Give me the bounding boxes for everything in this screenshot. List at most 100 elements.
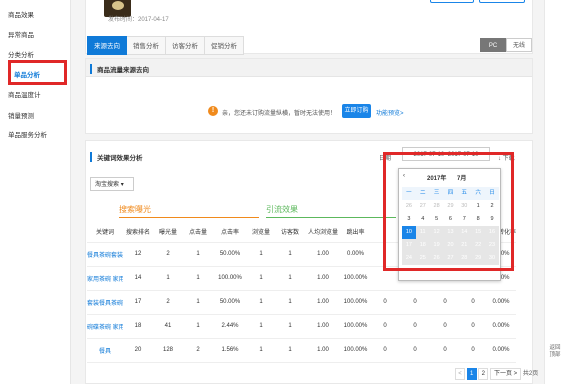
table-cell: 1.56% [213,338,247,363]
flow-section-title: 商品流量来源去向 [90,64,149,74]
table-header-cell[interactable]: 搜索排名 [123,222,153,243]
table-cell: 0.00% [486,290,516,315]
table-header-cell[interactable]: 关键词 [87,222,123,243]
top-action-button-2[interactable] [479,0,525,3]
device-pc-button[interactable]: PC [480,38,506,52]
pagination: < 1 2 下一页 > 共2页 [455,368,538,381]
table-cell: 0 [460,338,486,363]
tab-sales-analysis[interactable]: 销售分析 [127,36,166,55]
sidebar: 商品效果 异常商品 分类分析 单品分析 商品温度计 销量预测 单品服务分析 [0,0,71,384]
analysis-tabs: 来源去向 销售分析 访客分析 促销分析 [87,36,244,55]
table-cell: 1 [275,266,305,291]
sidebar-item-product-effect[interactable]: 商品效果 [8,9,34,19]
table-header-cell[interactable]: 访客数 [275,222,305,243]
table-header-cell[interactable]: 跳出率 [341,222,370,243]
page-2-button[interactable]: 2 [478,368,489,380]
table-header-cell[interactable]: 浏览量 [247,222,275,243]
table-row: 套装餐具茶碗 17 2 1 50.00% 1 1 1.00 100.00% 0 0 0 0 0.00% [87,290,516,315]
table-cell: 1 [275,338,305,363]
table-cell: 2 [183,338,213,363]
table-cell: 1.00 [305,314,341,339]
table-header-cell[interactable]: 点击量 [183,222,213,243]
table-cell: 1 [247,290,275,315]
table-cell: 0 [430,314,460,339]
right-toolbar: 返回 顶部 [544,0,565,384]
table-header-cell[interactable]: 人均浏览量 [305,222,341,243]
table-cell: 2 [153,242,183,267]
tab-promotion-analysis[interactable]: 促销分析 [205,36,244,55]
sidebar-item-abnormal-product[interactable]: 异常商品 [8,29,34,39]
table-cell: 0 [370,290,400,315]
feature-preview-link[interactable]: 功能预览> [376,108,404,117]
table-cell: 0 [430,290,460,315]
source-select-value: 淘宝搜索 [95,182,120,188]
table-cell: 1 [247,314,275,339]
table-cell: 1 [183,266,213,291]
publish-time: 发布时间：2017-04-17 [108,17,169,23]
keyword-link[interactable]: 碗碟茶碗 家用 [87,314,123,339]
keyword-link[interactable]: 套装餐具茶碗 [87,290,123,315]
sidebar-item-sales-forecast[interactable]: 销量预测 [8,110,34,120]
sidebar-item-category-analysis[interactable]: 分类分析 [8,49,34,59]
subscribe-notice: 亲，您还未订购流量纵横，暂时无法使用！ [222,111,337,117]
table-row: 餐具 20 128 2 1.56% 1 1 1.00 100.00% 0 0 0 0 0.00% [87,338,516,363]
table-cell: 0 [400,290,430,315]
table-cell: 0.00% [486,338,516,363]
table-cell: 0.00% [341,242,370,267]
table-cell: 0 [370,314,400,339]
table-cell: 1 [183,242,213,267]
sidebar-item-service-analysis[interactable]: 单品服务分析 [8,129,47,139]
table-cell: 0 [400,338,430,363]
table-cell: 0 [400,314,430,339]
table-cell: 100.00% [341,338,370,363]
device-toggle: PC 无线 [480,38,532,52]
table-cell: 1 [247,266,275,291]
table-cell: 100.00% [341,314,370,339]
table-cell: 1 [153,266,183,291]
table-cell: 2 [153,290,183,315]
search-exposure-group: 搜索曝光 [119,205,151,214]
table-cell: 14 [123,266,153,291]
page-1-button[interactable]: 1 [466,368,477,380]
source-select[interactable]: 淘宝搜索 ▾ [90,177,134,191]
tab-visitor-analysis[interactable]: 访客分析 [166,36,205,55]
table-cell: 12 [123,242,153,267]
table-cell: 1 [275,242,305,267]
table-cell: 0 [460,290,486,315]
table-cell: 1 [275,314,305,339]
keyword-link[interactable]: 餐具 [87,338,123,363]
table-cell: 1 [275,290,305,315]
table-cell: 50.00% [213,242,247,267]
sidebar-item-product-thermometer[interactable]: 商品温度计 [8,89,41,99]
next-page-button[interactable]: 下一页 > [490,368,522,380]
table-header-cell[interactable]: 曝光量 [153,222,183,243]
warning-icon: ! [208,106,218,116]
table-cell: 1.00 [305,242,341,267]
table-header-cell[interactable]: 点击率 [213,222,247,243]
table-cell: 128 [153,338,183,363]
table-cell: 0 [370,338,400,363]
tab-source-destination[interactable]: 来源去向 [87,36,127,55]
subscribe-button[interactable]: 立即订购 [342,104,371,118]
table-cell: 1 [247,338,275,363]
calendar-highlight-box [383,152,514,271]
table-cell: 1 [183,314,213,339]
flow-section: 商品流量来源去向 ! 亲，您还未订购流量纵横，暂时无法使用！ 立即订购 功能预览… [85,58,533,134]
keyword-link[interactable]: 家用茶碗 家用 [87,266,123,291]
table-cell: 100.00% [341,290,370,315]
prev-page-button[interactable]: < [455,368,465,380]
table-cell: 0.00% [486,314,516,339]
table-cell: 18 [123,314,153,339]
table-cell: 17 [123,290,153,315]
device-wireless-button[interactable]: 无线 [506,38,532,52]
table-cell: 41 [153,314,183,339]
chevron-down-icon: ▾ [120,182,124,188]
back-to-top-button[interactable]: 返回 顶部 [548,345,562,359]
table-row: 碗碟茶碗 家用 18 41 1 2.44% 1 1 1.00 100.00% 0 0 0 0 0.00% [87,314,516,339]
table-cell: 50.00% [213,290,247,315]
keyword-link[interactable]: 餐具茶碗套装 [87,242,123,267]
table-cell: 0 [460,314,486,339]
table-cell: 1.00 [305,290,341,315]
top-action-button-1[interactable] [430,0,474,3]
table-cell: 1.00 [305,266,341,291]
